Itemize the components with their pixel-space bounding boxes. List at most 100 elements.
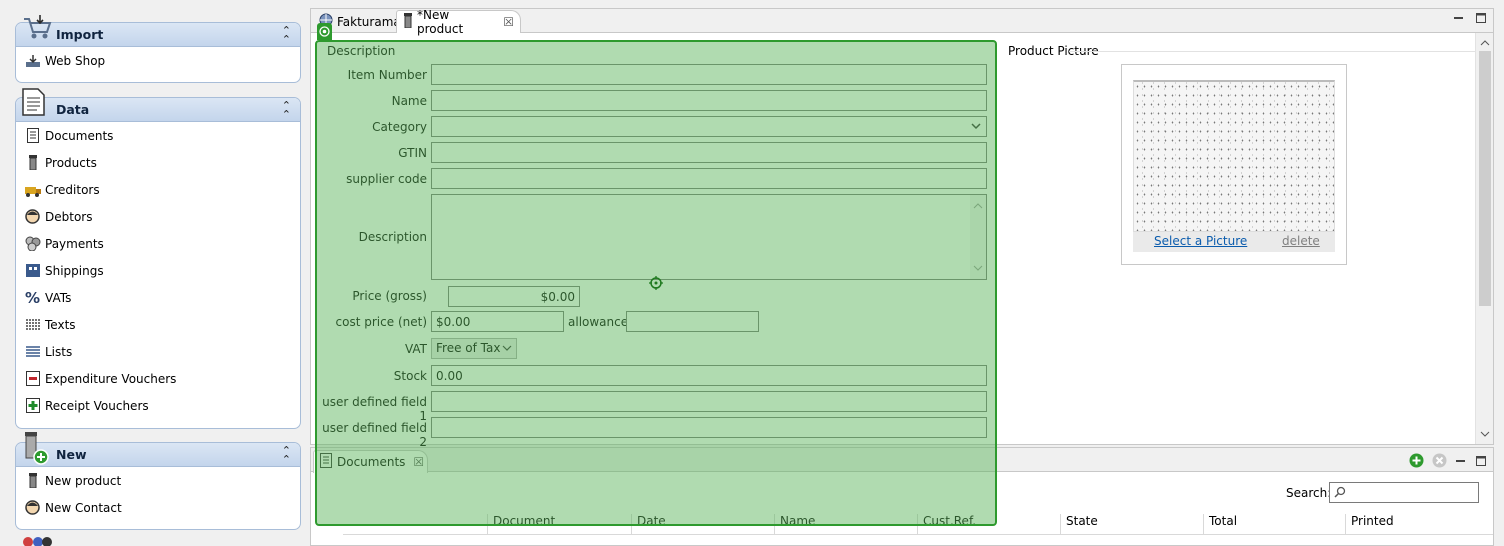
sidebar-item-web-shop[interactable]: Web Shop	[16, 47, 300, 74]
scroll-up-icon[interactable]	[1480, 36, 1490, 50]
sidebar-item-debtors[interactable]: Debtors	[16, 203, 300, 230]
tab-label: *New product	[417, 8, 464, 36]
supplier-code-input[interactable]	[431, 168, 987, 189]
allowance-label: allowance	[568, 315, 629, 329]
editor-window-buttons	[1453, 12, 1487, 27]
supplier-code-label: supplier code	[346, 172, 427, 186]
column-header-date[interactable]: Date	[631, 514, 774, 534]
column-header-total[interactable]: Total	[1203, 514, 1345, 534]
sidebar-item-expenditure-vouchers[interactable]: Expenditure Vouchers	[16, 365, 300, 392]
sidebar-item-lists[interactable]: Lists	[16, 338, 300, 365]
gtin-input[interactable]	[431, 142, 987, 163]
name-input[interactable]	[431, 90, 987, 111]
import-panel-header[interactable]: Import ⌃ ⌃	[16, 23, 300, 47]
name-label: Name	[391, 94, 427, 108]
cost-price-input[interactable]	[431, 311, 564, 332]
sidebar-item-label: Expenditure Vouchers	[45, 371, 177, 386]
data-document-icon	[22, 88, 46, 119]
tab-label: Fakturama	[337, 14, 401, 29]
close-tab-icon[interactable]: ☒	[413, 455, 424, 469]
product-picture-frame: Select a Picture delete	[1121, 64, 1347, 265]
column-header-printed[interactable]: Printed	[1345, 514, 1493, 534]
data-panel-header[interactable]: Data ⌃ ⌃	[16, 98, 300, 122]
editor-tabbar: Fakturama *New product ☒	[311, 8, 1493, 36]
scroll-down-icon[interactable]	[973, 261, 983, 275]
search-icon	[1334, 486, 1346, 501]
sidebar-item-shippings[interactable]: Shippings	[16, 257, 300, 284]
sidebar-item-texts[interactable]: Texts	[16, 311, 300, 338]
sidebar-item-creditors[interactable]: Creditors	[16, 176, 300, 203]
texts-icon	[24, 317, 41, 333]
vat-select[interactable]: Free of Tax	[431, 338, 517, 359]
description-group-title: Description	[327, 44, 396, 58]
minimize-icon[interactable]	[1453, 12, 1465, 27]
scrollbar-thumb[interactable]	[1479, 51, 1491, 306]
documents-tabbar	[311, 448, 1493, 472]
sidebar-item-new-contact[interactable]: New Contact	[16, 494, 300, 521]
shippings-icon	[24, 263, 41, 279]
import-panel-title: Import	[56, 27, 104, 42]
receipt-voucher-icon	[24, 398, 41, 414]
tab-new-product[interactable]: *New product ☒	[396, 8, 521, 36]
import-panel: Import ⌃ ⌃ Web Shop	[15, 22, 301, 83]
sidebar-item-new-product[interactable]: New product	[16, 467, 300, 494]
select-picture-link[interactable]: Select a Picture	[1154, 234, 1247, 248]
column-header-state[interactable]: State	[1060, 514, 1203, 534]
collapse-chevron-icon[interactable]: ⌃ ⌃	[282, 25, 291, 45]
stock-label: Stock	[393, 369, 427, 383]
documents-view-buttons	[1409, 453, 1487, 471]
sidebar-item-label: Shippings	[45, 263, 104, 278]
price-gross-label: Price (gross)	[352, 289, 427, 303]
textarea-scrollbar[interactable]	[970, 195, 986, 279]
udf1-input[interactable]	[431, 391, 987, 412]
column-header-document[interactable]: Document	[487, 514, 631, 534]
sidebar-item-products[interactable]: Products	[16, 149, 300, 176]
udf2-input[interactable]	[431, 417, 987, 438]
sidebar-item-documents[interactable]: Documents	[16, 122, 300, 149]
price-gross-input[interactable]	[448, 286, 580, 307]
chevron-down-icon[interactable]	[971, 120, 981, 134]
sidebar-item-receipt-vouchers[interactable]: Receipt Vouchers	[16, 392, 300, 419]
partial-panel-icon	[22, 534, 52, 546]
category-combo[interactable]	[431, 116, 987, 137]
column-header-cust-ref[interactable]: Cust.Ref.	[917, 514, 1060, 534]
stock-input[interactable]	[431, 365, 987, 386]
payments-icon	[24, 236, 41, 252]
minimize-icon[interactable]	[1455, 455, 1467, 470]
sidebar-item-label: Receipt Vouchers	[45, 398, 149, 413]
add-document-icon[interactable]	[1409, 453, 1424, 471]
sidebar-item-label: Web Shop	[45, 53, 106, 68]
products-icon	[403, 13, 413, 31]
maximize-icon[interactable]	[1475, 455, 1487, 470]
debtors-icon	[24, 209, 41, 225]
chevron-down-icon[interactable]	[502, 342, 512, 356]
picture-group-line	[1069, 51, 1477, 52]
new-panel-header[interactable]: New ⌃ ⌃	[16, 443, 300, 467]
new-product-plus-icon	[22, 432, 52, 469]
delete-document-icon[interactable]	[1432, 453, 1447, 471]
close-tab-icon[interactable]: ☒	[503, 15, 514, 29]
scroll-up-icon[interactable]	[973, 199, 983, 213]
collapse-chevron-icon[interactable]: ⌃ ⌃	[282, 100, 291, 120]
scroll-down-icon[interactable]	[1480, 427, 1490, 441]
sidebar-item-vats[interactable]: % VATs	[16, 284, 300, 311]
maximize-icon[interactable]	[1475, 12, 1487, 27]
collapse-chevron-icon[interactable]: ⌃ ⌃	[282, 445, 291, 465]
search-field[interactable]	[1329, 482, 1479, 503]
description-textarea[interactable]	[431, 194, 987, 280]
editor-vertical-scrollbar[interactable]	[1475, 33, 1493, 444]
column-header-name[interactable]: Name	[774, 514, 917, 534]
udf2-label: user defined field 2	[322, 421, 427, 449]
description-label: Description	[358, 230, 427, 244]
sidebar-item-payments[interactable]: Payments	[16, 230, 300, 257]
delete-picture-link[interactable]: delete	[1282, 234, 1320, 248]
allowance-input[interactable]	[626, 311, 759, 332]
sidebar-item-label: Products	[45, 155, 97, 170]
category-label: Category	[372, 120, 427, 134]
item-number-input[interactable]	[431, 64, 987, 85]
product-picture[interactable]	[1133, 80, 1335, 232]
cost-price-label: cost price (net)	[335, 315, 427, 329]
tab-documents[interactable]: Documents ☒	[313, 450, 428, 473]
contact-icon	[24, 500, 41, 516]
search-input[interactable]	[1350, 484, 1476, 501]
